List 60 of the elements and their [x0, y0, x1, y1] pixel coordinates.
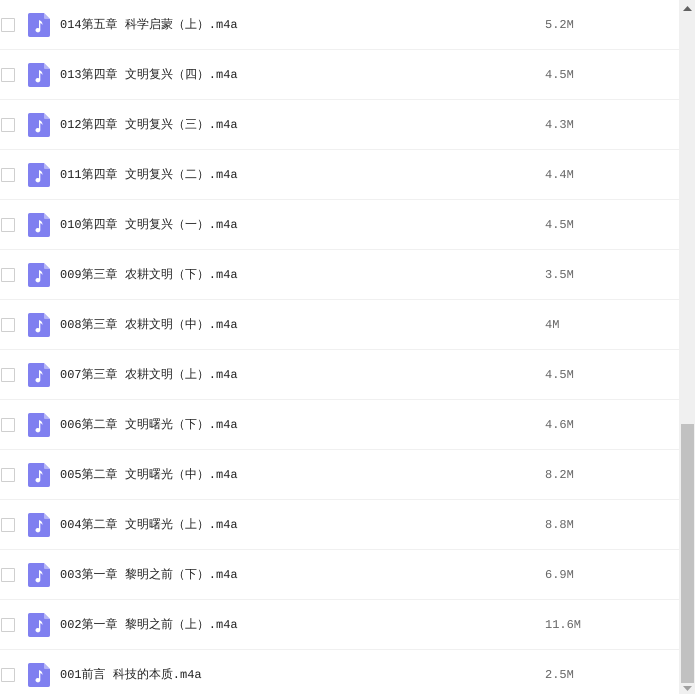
music-file-icon: [28, 512, 50, 536]
music-file-icon: [28, 312, 50, 336]
file-size: 3.5M: [545, 266, 574, 284]
file-size: 8.8M: [545, 516, 574, 534]
checkbox[interactable]: [1, 518, 15, 532]
scrollbar-track[interactable]: [679, 0, 695, 694]
music-file-icon: [28, 462, 50, 486]
music-file-icon: [28, 162, 50, 186]
file-size: 2.5M: [545, 666, 574, 684]
file-size: 11.6M: [545, 616, 582, 634]
music-file-icon: [28, 612, 50, 636]
scroll-down-arrow-icon[interactable]: [682, 686, 692, 691]
file-size: 4M: [545, 316, 560, 334]
checkbox[interactable]: [1, 368, 15, 382]
file-size: 4.4M: [545, 166, 574, 184]
scrollbar-thumb[interactable]: [681, 424, 694, 683]
checkbox[interactable]: [1, 268, 15, 282]
file-size: 5.2M: [545, 16, 574, 34]
file-name[interactable]: 006第二章 文明曙光（下）.m4a: [60, 416, 545, 434]
file-name[interactable]: 013第四章 文明复兴（四）.m4a: [60, 66, 545, 84]
file-name[interactable]: 009第三章 农耕文明（下）.m4a: [60, 266, 545, 284]
music-file-icon: [28, 212, 50, 236]
checkbox[interactable]: [1, 618, 15, 632]
checkbox[interactable]: [1, 668, 15, 682]
file-name[interactable]: 012第四章 文明复兴（三）.m4a: [60, 116, 545, 134]
checkbox[interactable]: [1, 118, 15, 132]
file-name[interactable]: 011第四章 文明复兴（二）.m4a: [60, 166, 545, 184]
music-file-icon: [28, 662, 50, 686]
checkbox[interactable]: [1, 218, 15, 232]
file-size: 8.2M: [545, 466, 574, 484]
file-size: 6.9M: [545, 566, 574, 584]
music-file-icon: [28, 12, 50, 36]
file-name[interactable]: 005第二章 文明曙光（中）.m4a: [60, 466, 545, 484]
file-name[interactable]: 003第一章 黎明之前（下）.m4a: [60, 566, 545, 584]
checkbox[interactable]: [1, 418, 15, 432]
file-name[interactable]: 001前言 科技的本质.m4a: [60, 666, 545, 684]
scroll-up-arrow-icon[interactable]: [682, 6, 692, 11]
file-name[interactable]: 008第三章 农耕文明（中）.m4a: [60, 316, 545, 334]
file-name[interactable]: 007第三章 农耕文明（上）.m4a: [60, 366, 545, 384]
checkbox[interactable]: [1, 318, 15, 332]
music-file-icon: [28, 62, 50, 86]
checkbox[interactable]: [1, 68, 15, 82]
file-size: 4.5M: [545, 216, 574, 234]
file-name[interactable]: 010第四章 文明复兴（一）.m4a: [60, 216, 545, 234]
file-size: 4.6M: [545, 416, 574, 434]
file-size: 4.3M: [545, 116, 574, 134]
music-file-icon: [28, 262, 50, 286]
checkbox[interactable]: [1, 568, 15, 582]
checkbox[interactable]: [1, 468, 15, 482]
file-size: 4.5M: [545, 66, 574, 84]
music-file-icon: [28, 412, 50, 436]
file-name[interactable]: 014第五章 科学启蒙（上）.m4a: [60, 16, 545, 34]
checkbox[interactable]: [1, 18, 15, 32]
checkbox[interactable]: [1, 168, 15, 182]
music-file-icon: [28, 362, 50, 386]
music-file-icon: [28, 112, 50, 136]
file-size: 4.5M: [545, 366, 574, 384]
file-name[interactable]: 004第二章 文明曙光（上）.m4a: [60, 516, 545, 534]
file-name[interactable]: 002第一章 黎明之前（上）.m4a: [60, 616, 545, 634]
music-file-icon: [28, 562, 50, 586]
